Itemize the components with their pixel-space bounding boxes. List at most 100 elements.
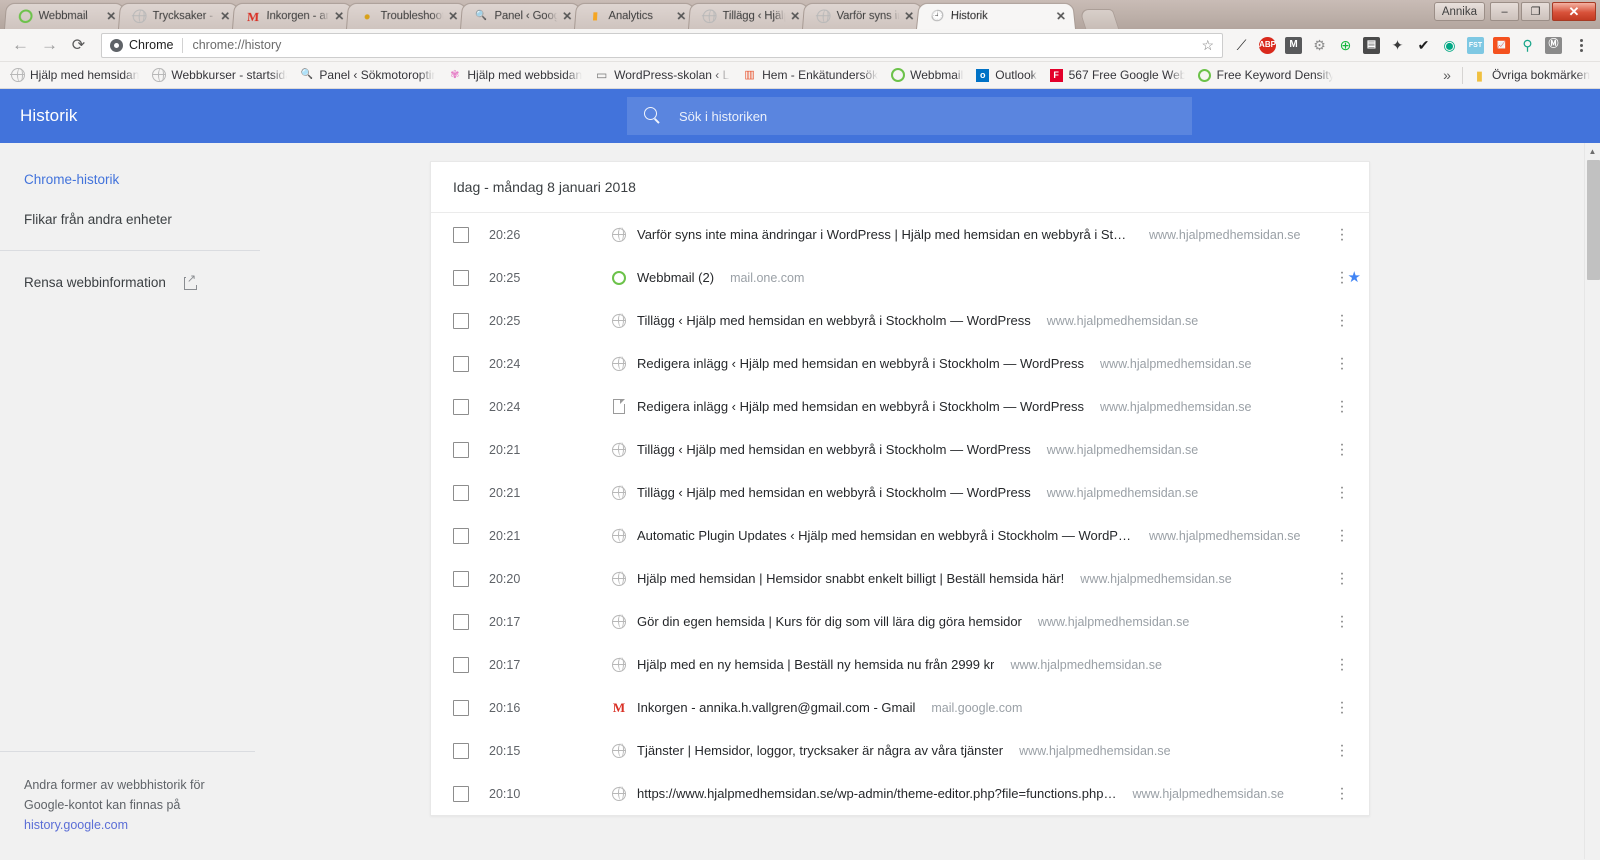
history-row[interactable]: 20:24 Redigera inlägg ‹ Hjälp med hemsida… (431, 342, 1369, 385)
hexagon-eye-icon[interactable]: ◉ (1437, 33, 1462, 58)
history-row[interactable]: 20:20 Hjälp med hemsidan | Hemsidor snabb… (431, 557, 1369, 600)
row-checkbox[interactable] (453, 742, 469, 759)
row-title[interactable]: Webbmail (2) (637, 270, 714, 285)
row-more-actions-icon[interactable] (1333, 658, 1351, 671)
tab-close-icon[interactable]: ✕ (218, 10, 233, 24)
sidebar-item-clear-browsing-data[interactable]: Rensa webbinformation (0, 262, 430, 302)
tab-close-icon[interactable]: ✕ (104, 10, 119, 24)
browser-tab[interactable]: 🔍 Panel ‹ Google Search✕ (460, 2, 582, 29)
mcafee-icon[interactable]: Ⓜ (1541, 33, 1566, 58)
eyedropper-icon[interactable]: ⟋ (1229, 33, 1254, 58)
row-checkbox[interactable] (453, 312, 469, 329)
page-scrollbar[interactable]: ▲ (1584, 143, 1600, 859)
bookmarks-overflow-icon[interactable]: » (1435, 67, 1459, 83)
history-row[interactable]: 20:21 Automatic Plugin Updates ‹ Hjälp me… (431, 514, 1369, 557)
row-title[interactable]: Tjänster | Hemsidor, loggor, trycksaker … (637, 743, 1003, 758)
row-more-actions-icon[interactable] (1333, 486, 1351, 499)
row-title[interactable]: Tillägg ‹ Hjälp med hemsidan en webbyrå … (637, 442, 1031, 457)
row-checkbox[interactable] (453, 613, 469, 630)
chrome-menu-icon[interactable] (1568, 32, 1594, 58)
tab-close-icon[interactable]: ✕ (332, 10, 347, 24)
row-more-actions-icon[interactable] (1333, 357, 1351, 370)
new-tab-button[interactable] (1078, 9, 1120, 29)
row-title[interactable]: https://www.hjalpmedhemsidan.se/wp-admin… (637, 786, 1116, 801)
address-bar[interactable]: Chrome chrome://history ☆ (101, 32, 1223, 58)
address-bar-url[interactable]: chrome://history (192, 38, 1197, 52)
scrollbar-up-arrow-icon[interactable]: ▲ (1585, 143, 1600, 159)
row-title[interactable]: Automatic Plugin Updates ‹ Hjälp med hem… (637, 528, 1133, 543)
close-window-button[interactable]: ✕ (1552, 2, 1596, 21)
search-input[interactable]: Sök i historiken (627, 97, 1192, 135)
sidebar-item-chrome-history[interactable]: Chrome-historik (0, 159, 430, 199)
row-title[interactable]: Tillägg ‹ Hjälp med hemsidan en webbyrå … (637, 485, 1031, 500)
row-checkbox[interactable] (453, 226, 469, 243)
checkmark-icon[interactable]: ✔ (1411, 33, 1436, 58)
key-icon[interactable]: ⚲ (1515, 33, 1540, 58)
row-title[interactable]: Inkorgen - annika.h.vallgren@gmail.com -… (637, 700, 915, 715)
row-title[interactable]: Varför syns inte mina ändringar i WordPr… (637, 227, 1133, 242)
bookmark-item[interactable]: F 567 Free Google Web (1043, 65, 1191, 86)
tab-close-icon[interactable]: ✕ (788, 10, 803, 24)
bookmark-star-icon[interactable]: ☆ (1197, 37, 1218, 54)
row-more-actions-icon[interactable] (1333, 787, 1351, 800)
trend-chart-icon[interactable]: 📈 (1489, 33, 1514, 58)
sidebar-item-tabs-from-other-devices[interactable]: Flikar från andra enheter (0, 199, 430, 239)
history-row[interactable]: 20:21 Tillägg ‹ Hjälp med hemsidan en web… (431, 428, 1369, 471)
bookmark-item[interactable]: 🔍 Panel ‹ Sökmotoroptimering (293, 65, 441, 86)
bookmark-item[interactable]: Webbmail (884, 65, 969, 86)
adblock-plus-icon[interactable]: ABP (1255, 33, 1280, 58)
row-more-actions-icon[interactable] (1333, 314, 1351, 327)
browser-tab[interactable]: M Inkorgen - annika.h.vallgren ✕ (232, 2, 354, 29)
row-more-actions-icon[interactable] (1333, 400, 1351, 413)
row-more-actions-icon[interactable] (1333, 701, 1351, 714)
browser-tab[interactable]: Webbmail ✕ (4, 2, 126, 29)
history-row[interactable]: 20:10 https://www.hjalpmedhemsidan.se/wp-… (431, 772, 1369, 815)
row-checkbox[interactable] (453, 398, 469, 415)
bookmark-item[interactable]: Hjälp med hemsidan (4, 65, 145, 86)
history-row[interactable]: 20:17 Gör din egen hemsida | Kurs för dig… (431, 600, 1369, 643)
bookmark-item[interactable]: o Outlook (969, 65, 1042, 86)
row-more-actions-icon[interactable] (1333, 271, 1351, 284)
browser-tab[interactable]: 🕘 Historik ✕ (916, 2, 1076, 29)
row-checkbox[interactable] (453, 269, 469, 286)
row-checkbox[interactable] (453, 355, 469, 372)
browser-tab[interactable]: ● Troubleshoot language✕ (346, 2, 468, 29)
minimize-button[interactable]: – (1490, 2, 1519, 21)
history-row[interactable]: 20:17 Hjälp med en ny hemsida | Beställ n… (431, 643, 1369, 686)
profile-button[interactable]: Annika (1433, 2, 1485, 21)
other-bookmarks-folder[interactable]: ▮ Övriga bokmärken (1466, 65, 1596, 86)
history-row[interactable]: 20:15 Tjänster | Hemsidor, loggor, trycks… (431, 729, 1369, 772)
row-more-actions-icon[interactable] (1333, 228, 1351, 241)
tab-close-icon[interactable]: ✕ (1053, 10, 1068, 24)
bookmark-item[interactable]: ▭ WordPress-skolan ‹ Lär (588, 65, 736, 86)
film-strip-icon[interactable]: ▤ (1359, 33, 1384, 58)
history-row[interactable]: 20:25 Tillägg ‹ Hjälp med hemsidan en web… (431, 299, 1369, 342)
bookmark-item[interactable]: ▥ Hem - Enkätundersökning (736, 65, 884, 86)
back-button[interactable]: ← (6, 31, 35, 60)
majestic-icon[interactable]: M (1281, 33, 1306, 58)
history-row[interactable]: 20:21 Tillägg ‹ Hjälp med hemsidan en web… (431, 471, 1369, 514)
row-title[interactable]: Redigera inlägg ‹ Hjälp med hemsidan en … (637, 399, 1084, 414)
row-checkbox[interactable] (453, 570, 469, 587)
row-more-actions-icon[interactable] (1333, 615, 1351, 628)
tab-close-icon[interactable]: ✕ (902, 10, 917, 24)
tab-close-icon[interactable]: ✕ (674, 10, 689, 24)
row-checkbox[interactable] (453, 785, 469, 802)
row-checkbox[interactable] (453, 527, 469, 544)
history-row[interactable]: 20:25 Webbmail (2) mail.one.com ★ (431, 256, 1369, 299)
tab-close-icon[interactable]: ✕ (560, 10, 575, 24)
row-title[interactable]: Hjälp med hemsidan | Hemsidor snabbt enk… (637, 571, 1064, 586)
row-more-actions-icon[interactable] (1333, 529, 1351, 542)
row-checkbox[interactable] (453, 441, 469, 458)
gear-icon[interactable]: ⚙ (1307, 33, 1332, 58)
row-title[interactable]: Gör din egen hemsida | Kurs för dig som … (637, 614, 1022, 629)
row-title[interactable]: Redigera inlägg ‹ Hjälp med hemsidan en … (637, 356, 1084, 371)
target-icon[interactable]: ⊕ (1333, 33, 1358, 58)
history-row[interactable]: 20:16 M Inkorgen - annika.h.vallgren@gmail… (431, 686, 1369, 729)
bookmark-item[interactable]: ✾ Hjälp med webbsidan (441, 65, 588, 86)
history-google-com-link[interactable]: history.google.com (24, 815, 254, 835)
browser-tab[interactable]: Varför syns inte mina ändringar✕ (802, 2, 924, 29)
browser-tab[interactable]: Tillägg ‹ Hjälp med hemsidan✕ (688, 2, 810, 29)
bookmark-item[interactable]: Webbkurser - startsida (145, 65, 293, 86)
reload-button[interactable]: ⟳ (64, 31, 93, 60)
